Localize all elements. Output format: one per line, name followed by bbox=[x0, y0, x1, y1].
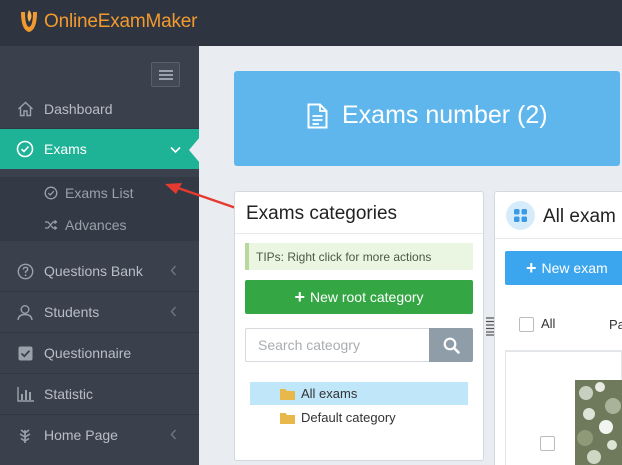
category-search-input[interactable]: Search cateogry bbox=[245, 328, 429, 362]
top-bar: OnlineExamMaker bbox=[0, 0, 622, 46]
home-icon bbox=[16, 100, 34, 118]
panel-title: Exams categories bbox=[246, 203, 398, 224]
folder-icon bbox=[280, 412, 295, 424]
sidebar-subitem-advances[interactable]: Advances bbox=[0, 209, 199, 241]
panel-resize-handle[interactable] bbox=[486, 317, 494, 336]
sidebar-item-statistic[interactable]: Statistic bbox=[0, 374, 199, 414]
sidebar-toggle-button[interactable] bbox=[151, 62, 180, 87]
select-all-checkbox[interactable] bbox=[519, 317, 534, 332]
chevron-left-icon bbox=[170, 305, 177, 320]
folder-icon bbox=[280, 388, 295, 400]
chevron-left-icon bbox=[170, 428, 177, 443]
bar-chart-icon bbox=[16, 385, 34, 403]
active-indicator bbox=[189, 137, 200, 163]
chevron-down-icon bbox=[170, 142, 181, 157]
sidebar-subitem-label: Exams List bbox=[65, 185, 134, 201]
sidebar-item-questionnaire[interactable]: Questionnaire bbox=[0, 333, 199, 373]
exam-row-checkbox[interactable] bbox=[540, 436, 555, 451]
sidebar-item-label: Exams bbox=[44, 141, 87, 157]
new-exam-button[interactable]: + New exam bbox=[505, 251, 622, 285]
sidebar-item-label: Questionnaire bbox=[44, 345, 132, 361]
check-circle-icon bbox=[44, 186, 58, 200]
plus-icon: + bbox=[526, 258, 537, 278]
exams-count-banner[interactable]: Exams number (2) bbox=[234, 71, 620, 166]
grid-icon bbox=[506, 201, 535, 230]
plus-icon: + bbox=[294, 287, 305, 307]
sidebar-subitem-label: Advances bbox=[65, 217, 127, 233]
divider bbox=[495, 238, 622, 239]
search-button[interactable] bbox=[429, 328, 473, 362]
sidebar-item-dashboard[interactable]: Dashboard bbox=[0, 89, 199, 129]
tree-item-label: All exams bbox=[301, 386, 358, 401]
leaf-icon bbox=[16, 426, 34, 444]
search-icon bbox=[443, 337, 460, 354]
shuffle-icon bbox=[44, 218, 58, 232]
check-square-icon bbox=[16, 344, 34, 362]
banner-label: Exams number (2) bbox=[342, 101, 548, 129]
tree-item-default-category[interactable]: Default category bbox=[250, 406, 468, 429]
users-icon bbox=[16, 303, 34, 321]
chevron-left-icon bbox=[170, 264, 177, 279]
tips-message: TIPs: Right click for more actions bbox=[245, 243, 473, 270]
button-label: New exam bbox=[541, 260, 608, 276]
column-header: Pa bbox=[609, 317, 622, 332]
panel-title: All exam bbox=[543, 206, 616, 227]
exam-thumbnail bbox=[575, 380, 622, 465]
new-root-category-button[interactable]: + New root category bbox=[245, 280, 473, 314]
sidebar: Dashboard Exams Exams List Advances Ques… bbox=[0, 46, 200, 465]
document-icon bbox=[307, 103, 328, 128]
sidebar-item-label: Home Page bbox=[44, 427, 118, 443]
sidebar-item-label: Dashboard bbox=[44, 101, 113, 117]
annotation-arrow bbox=[165, 183, 237, 210]
sidebar-item-label: Students bbox=[44, 304, 100, 320]
sidebar-item-exams[interactable]: Exams bbox=[0, 129, 199, 169]
tree-item-label: Default category bbox=[301, 410, 396, 425]
button-label: New root category bbox=[309, 289, 424, 305]
sidebar-item-students[interactable]: Students bbox=[0, 292, 199, 332]
brand-name: OnlineExamMaker bbox=[44, 11, 198, 32]
question-circle-icon bbox=[16, 262, 34, 280]
brand-logo[interactable]: OnlineExamMaker bbox=[18, 8, 197, 36]
check-circle-icon bbox=[16, 140, 34, 158]
sidebar-item-questions-bank[interactable]: Questions Bank bbox=[0, 251, 199, 291]
sidebar-item-label: Questions Bank bbox=[44, 263, 143, 279]
sidebar-item-label: Statistic bbox=[44, 386, 94, 402]
tree-item-all-exams[interactable]: All exams bbox=[250, 382, 468, 405]
select-all-label: All bbox=[541, 316, 556, 331]
divider bbox=[235, 233, 483, 234]
logo-icon bbox=[21, 10, 37, 32]
sidebar-item-home-page[interactable]: Home Page bbox=[0, 415, 199, 455]
